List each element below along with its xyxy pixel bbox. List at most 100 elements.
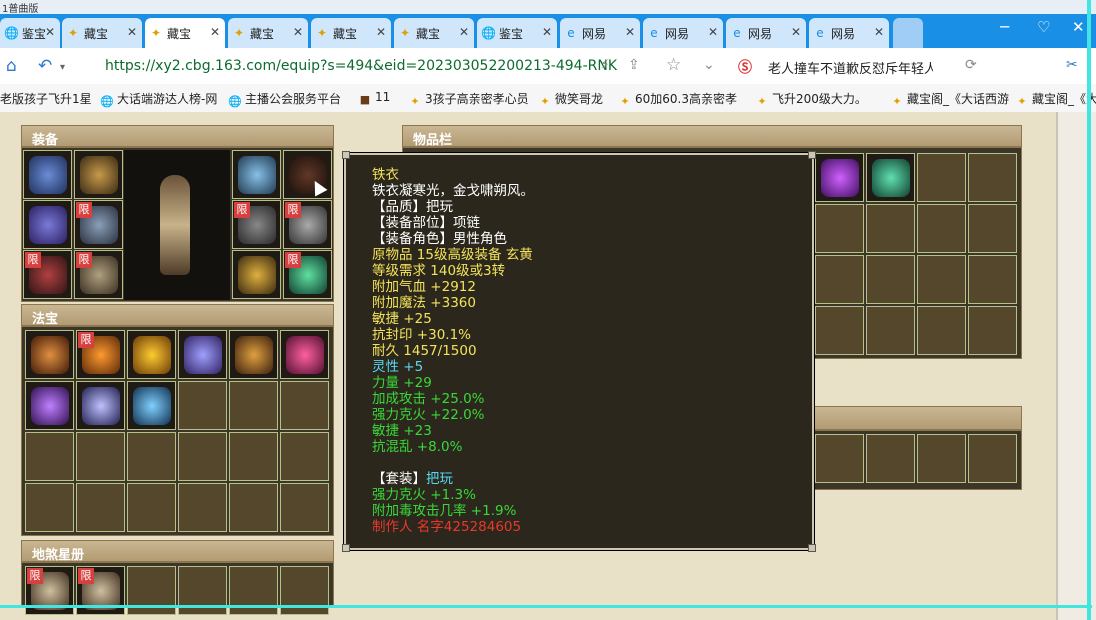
equipment-slot[interactable]: 限 <box>23 250 72 299</box>
equipment-slot[interactable]: 限 <box>74 200 123 249</box>
tab-close-icon[interactable]: ✕ <box>293 25 303 39</box>
equipment-slot[interactable] <box>232 250 281 299</box>
tab-close-icon[interactable]: ✕ <box>459 25 469 39</box>
equipment-slot[interactable] <box>23 200 72 249</box>
minimize-icon[interactable]: ─ <box>1000 18 1009 36</box>
inventory-slot[interactable] <box>866 153 915 202</box>
tab-close-icon[interactable]: ✕ <box>874 25 884 39</box>
fabao-slot[interactable] <box>229 381 278 430</box>
fabao-slot[interactable] <box>280 483 329 532</box>
fabao-slot[interactable] <box>280 432 329 481</box>
fabao-slot[interactable] <box>76 432 125 481</box>
inventory-slot[interactable] <box>815 204 864 253</box>
bookmark-item[interactable]: ✦ 60加60.3高亲密孝 <box>618 90 737 109</box>
tab-5[interactable]: ✦ 藏宝 ✕ <box>394 18 474 48</box>
tab-close-icon[interactable]: ✕ <box>791 25 801 39</box>
inventory-slot[interactable] <box>815 153 864 202</box>
fabao-slot[interactable] <box>25 432 74 481</box>
tab-close-icon[interactable]: ✕ <box>708 25 718 39</box>
inventory-slot[interactable] <box>815 306 864 355</box>
scissors-icon[interactable]: ✂ <box>1066 57 1078 73</box>
fabao-slot[interactable] <box>280 381 329 430</box>
inventory-slot[interactable] <box>968 255 1017 304</box>
search-engine-icon[interactable]: Ⓢ <box>738 57 752 77</box>
equipment-slot[interactable]: 限 <box>283 250 332 299</box>
inventory-slot[interactable] <box>815 434 864 483</box>
url-field[interactable]: https://xy2.cbg.163.com/equip?s=494&eid=… <box>105 58 617 74</box>
lightning-icon[interactable]: ⚡ <box>600 57 610 73</box>
inventory-slot[interactable] <box>866 204 915 253</box>
equipment-slot[interactable] <box>232 150 281 199</box>
tab-3[interactable]: ✦ 藏宝 ✕ <box>228 18 308 48</box>
share-icon[interactable]: ⇪ <box>628 57 640 73</box>
fabao-slot[interactable] <box>178 432 227 481</box>
inventory-slot[interactable] <box>866 306 915 355</box>
search-input[interactable]: 老人撞车不道歉反怼斥年轻人 <box>768 58 933 77</box>
tab-4[interactable]: ✦ 藏宝 ✕ <box>311 18 391 48</box>
equipment-slot[interactable]: 限 <box>283 200 332 249</box>
fabao-slot[interactable] <box>127 432 176 481</box>
tab-0[interactable]: 🌐 鉴宝 ✕ <box>0 18 60 48</box>
home-icon[interactable]: ⌂ <box>6 56 17 76</box>
fabao-slot[interactable] <box>76 483 125 532</box>
equipment-slot[interactable] <box>283 150 332 199</box>
bookmark-item[interactable]: ✦ 微笑哥龙 <box>538 90 603 109</box>
dropdown-icon[interactable]: ⌄ <box>703 57 715 73</box>
fabao-slot[interactable] <box>127 330 176 379</box>
fabao-slot[interactable] <box>178 483 227 532</box>
bookmark-item[interactable]: ■ 11 <box>358 90 390 107</box>
inventory-slot[interactable] <box>968 434 1017 483</box>
fabao-slot[interactable] <box>76 381 125 430</box>
inventory-slot[interactable] <box>968 204 1017 253</box>
bookmark-item[interactable]: ✦ 3孩子高亲密孝心员 <box>408 90 528 109</box>
star-icon[interactable]: ☆ <box>666 55 681 75</box>
bookmark-item[interactable]: 🌐 主播公会服务平台 <box>228 90 341 109</box>
tab-8[interactable]: e 网易 ✕ <box>643 18 723 48</box>
tab-2[interactable]: ✦ 藏宝 ✕ <box>145 18 225 48</box>
fabao-slot[interactable] <box>280 330 329 379</box>
bookmark-item[interactable]: ✦ 藏宝阁_《大 <box>1015 90 1096 109</box>
fabao-slot[interactable]: 限 <box>76 330 125 379</box>
tab-close-icon[interactable]: ✕ <box>127 25 137 39</box>
tab-6[interactable]: 🌐 鉴宝 ✕ <box>477 18 557 48</box>
inventory-slot[interactable] <box>917 434 966 483</box>
tab-close-icon[interactable]: ✕ <box>210 25 220 39</box>
fabao-slot[interactable] <box>229 483 278 532</box>
fabao-slot[interactable] <box>25 381 74 430</box>
fabao-slot[interactable] <box>127 381 176 430</box>
fabao-slot[interactable] <box>178 381 227 430</box>
tab-7[interactable]: e 网易 ✕ <box>560 18 640 48</box>
chevron-down-icon[interactable]: ▾ <box>60 62 65 73</box>
inventory-slot[interactable] <box>866 434 915 483</box>
bookmark-item[interactable]: ✦ 飞升200级大力。 <box>755 90 867 109</box>
tab-close-icon[interactable]: ✕ <box>376 25 386 39</box>
close-window-icon[interactable]: ✕ <box>1072 18 1085 36</box>
refresh-icon[interactable]: ⟳ <box>965 57 977 73</box>
fabao-slot[interactable] <box>25 483 74 532</box>
undo-icon[interactable]: ↶ <box>38 56 52 76</box>
fabao-slot[interactable] <box>25 330 74 379</box>
new-tab-button[interactable] <box>893 18 923 48</box>
equipment-slot[interactable]: 限 <box>74 250 123 299</box>
equipment-slot[interactable]: 限 <box>232 200 281 249</box>
inventory-slot[interactable] <box>917 306 966 355</box>
tab-close-icon[interactable]: ✕ <box>45 25 55 39</box>
tab-1[interactable]: ✦ 藏宝 ✕ <box>62 18 142 48</box>
inventory-slot[interactable] <box>917 204 966 253</box>
tab-close-icon[interactable]: ✕ <box>542 25 552 39</box>
tab-9[interactable]: e 网易 ✕ <box>726 18 806 48</box>
inventory-slot[interactable] <box>968 153 1017 202</box>
fabao-slot[interactable] <box>229 432 278 481</box>
inventory-slot[interactable] <box>917 153 966 202</box>
fabao-slot[interactable] <box>178 330 227 379</box>
fabao-slot[interactable] <box>127 483 176 532</box>
bookmark-item[interactable]: 老版孩子飞升1星 <box>0 90 92 107</box>
equipment-slot[interactable] <box>23 150 72 199</box>
equipment-slot[interactable] <box>74 150 123 199</box>
inventory-slot[interactable] <box>917 255 966 304</box>
fabao-slot[interactable] <box>229 330 278 379</box>
inventory-slot[interactable] <box>968 306 1017 355</box>
inventory-slot[interactable] <box>815 255 864 304</box>
bookmark-item[interactable]: ✦ 藏宝阁_《大话西游 <box>890 90 1009 109</box>
inventory-slot[interactable] <box>866 255 915 304</box>
